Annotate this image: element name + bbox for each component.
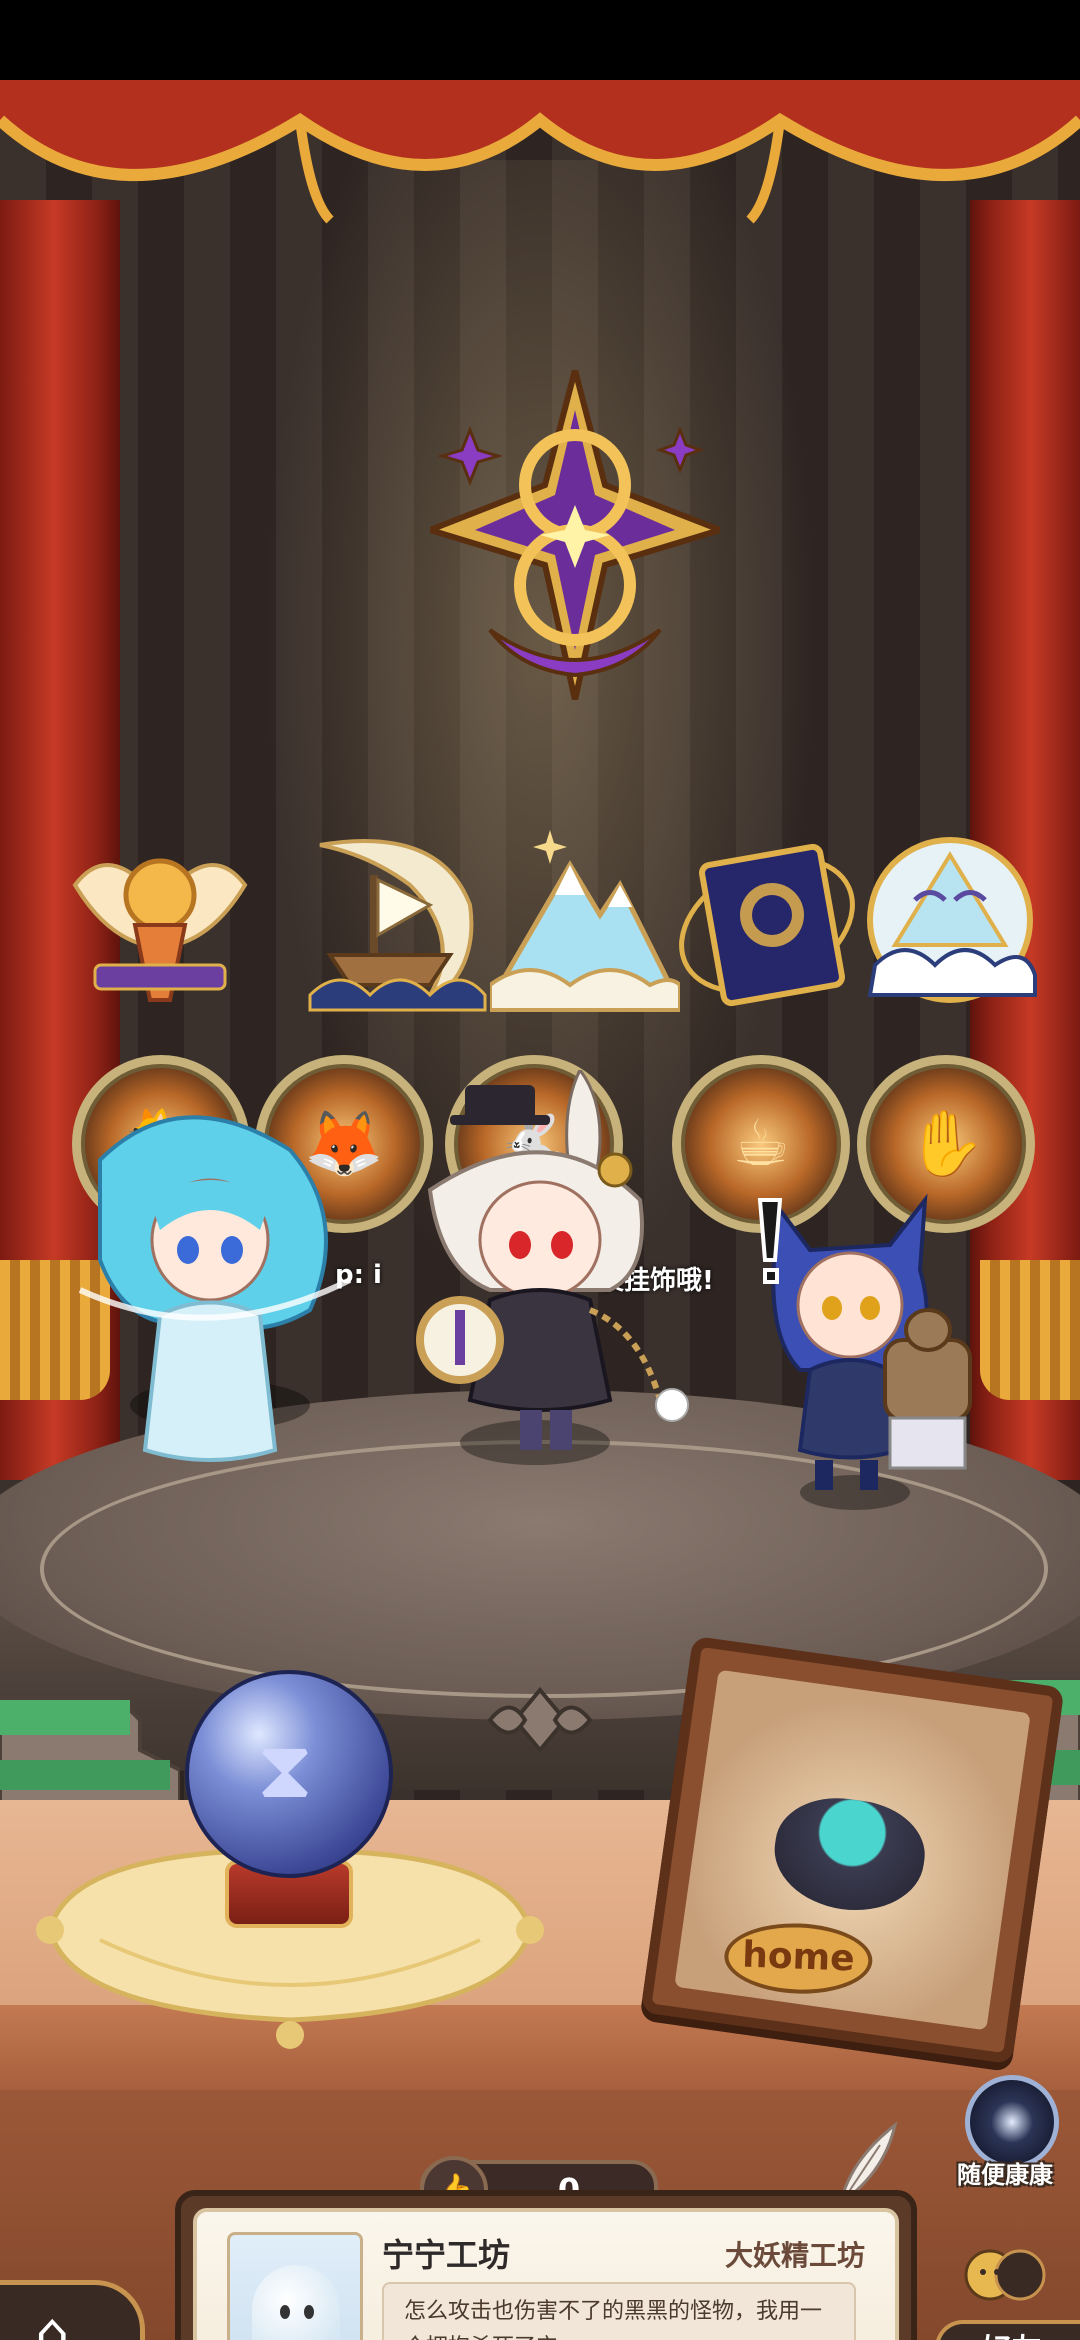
platform-ornament-icon — [487, 1686, 593, 1754]
ghost-eye — [280, 2305, 290, 2319]
workshop-name: 宁宁工坊 — [382, 2236, 511, 2274]
hand-sprout-glyph-icon: ✋ — [906, 1107, 986, 1182]
snow-mountain-badge-icon[interactable] — [490, 825, 680, 1015]
motto-text: 怎么攻击也伤害不了的黑黑的怪物，我用一个拥抱杀死了它。 — [404, 2299, 823, 2340]
profile-card-inner: ID:8224771 宁宁工坊 大妖精工坊 怎么攻击也伤害不了的黑黑的怪物，我用… — [193, 2208, 899, 2340]
teapot-glyph-icon: ☕ — [732, 1107, 790, 1181]
workshop-type: 大妖精工坊 — [724, 2239, 865, 2272]
stage-steps-left — [0, 1698, 180, 1820]
home-picture-frame[interactable]: home — [640, 1635, 1065, 2065]
curtain-fringe-right — [980, 1260, 1080, 1400]
friends-icon — [964, 2249, 1046, 2301]
blue-cat-girl[interactable] — [740, 1190, 980, 1500]
ghost-avatar-icon — [252, 2265, 340, 2340]
workshop-profile-card[interactable]: ID:8224771 宁宁工坊 大妖精工坊 怎么攻击也伤害不了的黑黑的怪物，我用… — [175, 2190, 917, 2340]
blue-hair-girl[interactable] — [60, 1090, 370, 1480]
game-stage: 🐈 🦊 🐇 ☕ ✋ p: i 装挂饰哦! — [0, 80, 1080, 2340]
friends-label: 好友 — [935, 2320, 1080, 2340]
random-visit-label: 随便康康 — [957, 2161, 1053, 2189]
random-visit-button[interactable]: 随便康康 — [945, 2075, 1065, 2205]
motto-box: 怎么攻击也伤害不了的黑黑的怪物，我用一个拥抱杀死了它。 — [382, 2282, 856, 2340]
white-bunny-girl[interactable] — [410, 1070, 710, 1470]
cloud-temple-badge-icon[interactable] — [855, 825, 1045, 1015]
avatar[interactable]: ID:8224771 — [227, 2232, 363, 2340]
winged-torch-badge-icon[interactable] — [65, 825, 255, 1015]
friends-button[interactable]: 好友 — [935, 2240, 1080, 2340]
badge-row — [0, 825, 1080, 1040]
sailing-ship-badge-icon[interactable] — [300, 825, 490, 1015]
home-button[interactable]: ⌂ — [0, 2280, 145, 2340]
status-bar — [0, 0, 1080, 80]
curtain-valance — [0, 80, 1080, 224]
cauldron-icon — [767, 1789, 932, 1920]
spell-book-badge-icon[interactable] — [672, 825, 862, 1015]
hourglass-icon: ⧗ — [256, 1723, 314, 1816]
house-icon: ⌂ — [35, 2301, 70, 2340]
star-compass-emblem-icon[interactable] — [430, 370, 720, 700]
ghost-eye — [304, 2305, 314, 2319]
